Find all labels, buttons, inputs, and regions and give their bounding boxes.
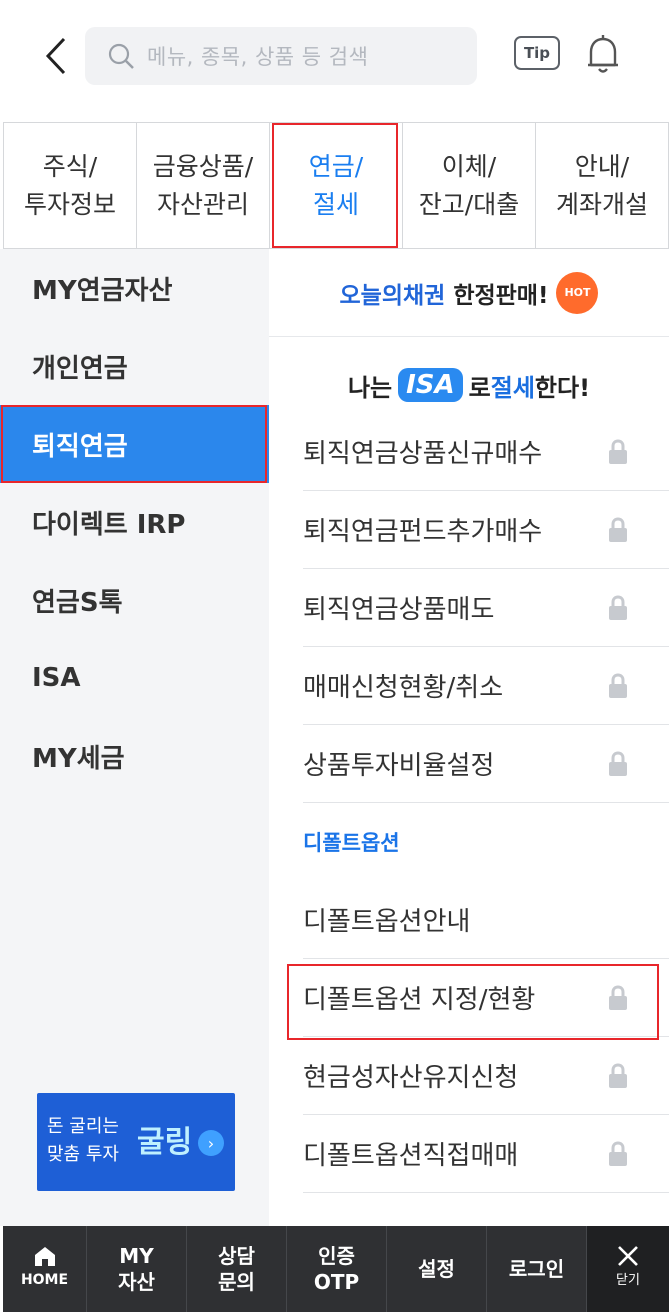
submenu-panel: 오늘의채권 한정판매! HOT 나는 ISA 로 절세 한다! 퇴직연금상품신규… bbox=[269, 249, 669, 1226]
category-tabs: 주식/ 투자정보 금융상품/ 자산관리 연금/ 절세 이체/ 잔고/대출 안내/… bbox=[3, 122, 669, 249]
menu-item-label: 디폴트옵션안내 bbox=[303, 907, 471, 937]
menu-item-label: 디폴트옵션직접매매 bbox=[303, 1141, 519, 1171]
menu-item-label: 매매신청현황/취소 bbox=[303, 673, 504, 703]
sidebar: MY연금자산 개인연금 퇴직연금 다이렉트 IRP 연금S톡 ISA MY세금 … bbox=[0, 249, 269, 1226]
bond-sale-banner[interactable]: 오늘의채권 한정판매! HOT bbox=[269, 249, 669, 337]
menu-item-fund-additional[interactable]: 퇴직연금펀드추가매수 bbox=[303, 491, 669, 569]
close-icon bbox=[618, 1246, 638, 1266]
lock-icon bbox=[607, 516, 629, 543]
tab-transfer[interactable]: 이체/ 잔고/대출 bbox=[403, 123, 536, 248]
auth-otp-button[interactable]: 인증 OTP bbox=[287, 1226, 387, 1312]
sidebar-item-personal-pension[interactable]: 개인연금 bbox=[0, 327, 269, 405]
sidebar-item-direct-irp[interactable]: 다이렉트 IRP bbox=[0, 483, 269, 561]
search-input[interactable]: 메뉴, 종목, 상품 등 검색 bbox=[85, 27, 477, 85]
tab-financial-products[interactable]: 금융상품/ 자산관리 bbox=[137, 123, 270, 248]
menu-item-default-option-assign[interactable]: 디폴트옵션 지정/현황 bbox=[287, 959, 669, 1040]
close-button[interactable]: 닫기 bbox=[587, 1226, 669, 1312]
tab-guide[interactable]: 안내/ 계좌개설 bbox=[536, 123, 669, 248]
promo-text: 돈 굴리는 맞춤 투자 bbox=[47, 1116, 119, 1165]
menu-list: 퇴직연금상품신규매수 퇴직연금펀드추가매수 퇴직연금상품매도 매매신청현황/취소… bbox=[269, 413, 669, 1193]
tab-stocks[interactable]: 주식/ 투자정보 bbox=[4, 123, 137, 248]
menu-item-allocation[interactable]: 상품투자비율설정 bbox=[303, 725, 669, 803]
promo-logo: 굴링 bbox=[137, 1125, 193, 1160]
menu-item-label: 퇴직연금상품매도 bbox=[303, 595, 495, 625]
menu-item-direct-trade[interactable]: 디폴트옵션직접매매 bbox=[303, 1115, 669, 1193]
home-label: HOME bbox=[20, 1272, 69, 1288]
search-icon bbox=[108, 43, 134, 69]
bell-icon bbox=[588, 35, 618, 73]
search-placeholder: 메뉴, 종목, 상품 등 검색 bbox=[147, 45, 369, 69]
back-button[interactable] bbox=[32, 30, 80, 82]
section-label-default-option: 디폴트옵션 bbox=[303, 831, 400, 855]
menu-item-label: 퇴직연금상품신규매수 bbox=[303, 439, 543, 469]
banner-highlight: 오늘의채권 bbox=[339, 282, 446, 309]
lock-icon bbox=[607, 438, 629, 465]
menu-item-default-option-guide[interactable]: 디폴트옵션안내 bbox=[303, 881, 669, 959]
sidebar-item-pension-talk[interactable]: 연금S톡 bbox=[0, 561, 269, 639]
lock-icon bbox=[607, 1140, 629, 1167]
isa-highlight: 절세 bbox=[490, 373, 535, 402]
menu-item-sell[interactable]: 퇴직연금상품매도 bbox=[303, 569, 669, 647]
menu-item-label: 퇴직연금펀드추가매수 bbox=[303, 517, 543, 547]
isa-prefix: 나는 bbox=[347, 373, 393, 402]
menu-item-label: 디폴트옵션 지정/현황 bbox=[303, 985, 536, 1015]
promo-banner[interactable]: 돈 굴리는 맞춤 투자 굴링 › bbox=[37, 1093, 235, 1191]
chevron-left-icon bbox=[45, 37, 66, 75]
notification-button[interactable] bbox=[583, 32, 623, 76]
sidebar-item-my-pension[interactable]: MY연금자산 bbox=[0, 249, 269, 327]
login-button[interactable]: 로그인 bbox=[487, 1226, 587, 1312]
menu-item-label: 현금성자산유지신청 bbox=[303, 1063, 519, 1093]
isa-badge: ISA bbox=[398, 368, 463, 402]
consult-button[interactable]: 상담 문의 bbox=[187, 1226, 287, 1312]
lock-icon bbox=[607, 672, 629, 699]
home-button[interactable]: HOME bbox=[3, 1226, 87, 1312]
sidebar-item-isa[interactable]: ISA bbox=[0, 639, 269, 717]
my-assets-button[interactable]: MY 자산 bbox=[87, 1226, 187, 1312]
sidebar-item-retirement-pension[interactable]: 퇴직연금 bbox=[0, 405, 269, 483]
isa-mid: 로 bbox=[468, 373, 491, 402]
menu-item-label: 상품투자비율설정 bbox=[303, 751, 495, 781]
menu-item-cash-maintain[interactable]: 현금성자산유지신청 bbox=[303, 1037, 669, 1115]
tab-pension-tax[interactable]: 연금/ 절세 bbox=[270, 123, 403, 248]
menu-item-order-status[interactable]: 매매신청현황/취소 bbox=[303, 647, 669, 725]
banner-text: 한정판매! bbox=[453, 282, 549, 309]
sidebar-item-my-tax[interactable]: MY세금 bbox=[0, 717, 269, 795]
header: 메뉴, 종목, 상품 등 검색 Tip bbox=[0, 0, 669, 108]
home-icon bbox=[34, 1247, 55, 1266]
menu-item-new-purchase[interactable]: 퇴직연금상품신규매수 bbox=[303, 413, 669, 491]
isa-banner[interactable]: 나는 ISA 로 절세 한다! bbox=[269, 337, 669, 413]
close-label: 닫기 bbox=[616, 1273, 640, 1288]
tip-button[interactable]: Tip bbox=[514, 36, 560, 70]
settings-button[interactable]: 설정 bbox=[387, 1226, 487, 1312]
isa-suffix: 한다! bbox=[534, 373, 591, 402]
bottom-nav: HOME MY 자산 상담 문의 인증 OTP 설정 로그인 닫기 bbox=[3, 1226, 669, 1312]
lock-icon bbox=[607, 984, 629, 1011]
lock-icon bbox=[607, 750, 629, 777]
lock-icon bbox=[607, 1062, 629, 1089]
hot-badge: HOT bbox=[556, 271, 599, 314]
lock-icon bbox=[607, 594, 629, 621]
chevron-right-icon: › bbox=[198, 1130, 224, 1156]
